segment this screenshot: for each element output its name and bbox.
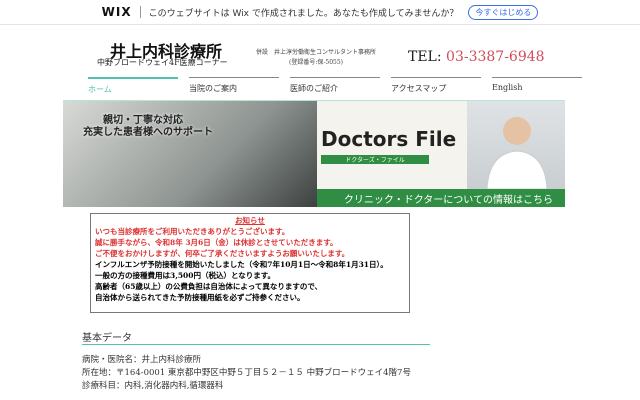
nav-home[interactable]: ホーム: [88, 77, 178, 95]
doctors-file-banner[interactable]: Doctors File ドクターズ・ファイル クリニック・ドクターについての情…: [317, 101, 565, 207]
doctors-file-sub: ドクターズ・ファイル: [321, 155, 429, 164]
notice-line: インフルエンザ予防接種を開始いたしました（令和7年10月1日～令和8年1月31日…: [95, 260, 388, 269]
wix-banner: WIX このウェブサイトは Wix で作成されました。あなたも作成してみませんか…: [0, 0, 640, 25]
affiliate-name: 併設 井上淳労働衛生コンサルタント事務所: [256, 49, 377, 56]
divider: [139, 6, 141, 18]
tel-number[interactable]: 03-3387-6948: [446, 49, 545, 65]
notice-heading: お知らせ: [235, 216, 265, 225]
clinic-address: 所在地：〒164-0001 東京都中野区中野５丁目５２－１５ 中野ブロードウェイ…: [82, 368, 411, 378]
clinic-name: 病院・医院名：井上内科診療所: [82, 355, 202, 365]
start-now-button[interactable]: 今すぐはじめる: [468, 4, 539, 20]
hero-text: 親切・丁寧な対応 充実した患者様へのサポート: [83, 115, 213, 139]
basic-data-heading: 基本データ: [82, 333, 132, 344]
wix-message: このウェブサイトは Wix で作成されました。あなたも作成してみませんか？: [148, 8, 459, 19]
notice-line: 自治体から送られてきた予防接種用紙を必ずご持参ください。: [95, 293, 305, 302]
basic-data-divider: [82, 344, 430, 345]
doctor-photo: [467, 101, 565, 190]
tel-label: TEL:: [408, 49, 447, 65]
notice-line: 誠に勝手ながら、令和8年 3月6日（金）は休診とさせていただきます。: [95, 238, 338, 247]
nav-english[interactable]: English: [492, 77, 582, 95]
nav-access[interactable]: アクセスマップ: [391, 77, 481, 95]
nav-doctor[interactable]: 医師のご紹介: [290, 77, 380, 95]
affiliate-info: 併設 井上淳労働衛生コンサルタント事務所 (登録番号:保-5055): [256, 48, 376, 68]
clinic-departments: 診療科目：内科,消化器内科,循環器科: [82, 381, 224, 391]
nav-about[interactable]: 当院のご案内: [189, 77, 279, 95]
main-nav: ホーム 当院のご案内 医師のご紹介 アクセスマップ English: [88, 77, 582, 95]
registration-number: (登録番号:保-5055): [289, 59, 344, 66]
notice-line: 高齢者（65歳以上）の公費負担は自治体によって異なりますので、: [95, 282, 323, 291]
phone: TEL: 03-3387-6948: [408, 49, 545, 65]
basic-data: 病院・医院名：井上内科診療所 所在地：〒164-0001 東京都中野区中野５丁目…: [82, 354, 411, 393]
hero-line-1: 親切・丁寧な対応: [103, 115, 183, 126]
notice-line: いつも当診療所をご利用いただきありがとうございます。: [95, 227, 290, 236]
notice-line: ご不便をおかけしますが、何卒ご了承くださいますようお願いいたします。: [95, 249, 350, 258]
notice-box: お知らせ いつも当診療所をご利用いただきありがとうございます。 誠に勝手ながら、…: [90, 213, 410, 313]
hero-line-2: 充実した患者様へのサポート: [83, 127, 213, 138]
notice-line: 一般の方の接種費用は3,500円（税込）となります。: [95, 271, 276, 280]
site-subtitle: 中野ブロードウェイ4F医療コーナー: [97, 58, 228, 67]
doctor-figure-icon: [486, 117, 548, 190]
wix-logo[interactable]: WIX: [102, 5, 132, 19]
hero-image: 親切・丁寧な対応 充実した患者様へのサポート: [63, 101, 317, 207]
doctors-file-caption[interactable]: クリニック・ドクターについての情報はこちら: [317, 189, 565, 207]
doctors-file-logo: Doctors File: [321, 127, 457, 151]
